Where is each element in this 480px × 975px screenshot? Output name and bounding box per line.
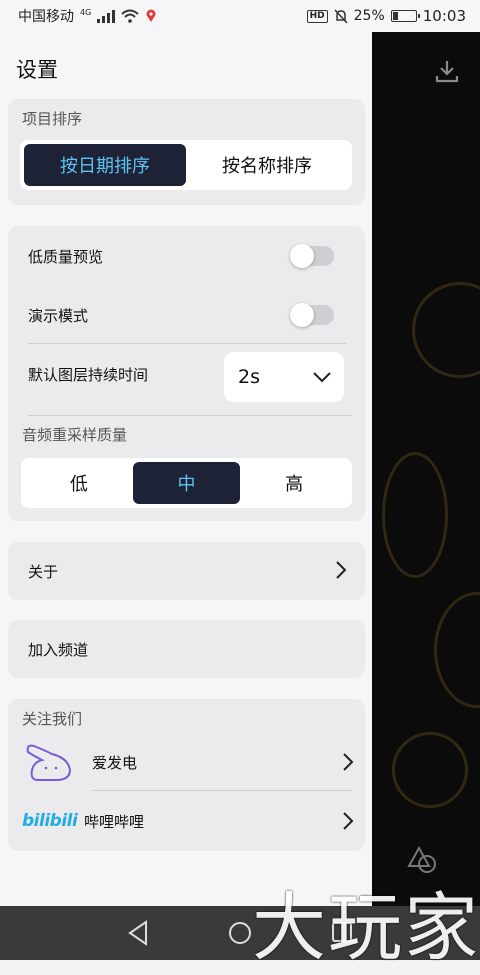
signal-icon xyxy=(97,9,116,23)
audio-quality-label: 音频重采样质量 xyxy=(22,426,128,444)
chevron-down-icon xyxy=(313,372,331,383)
download-icon[interactable] xyxy=(434,58,460,84)
low-quality-preview-toggle[interactable] xyxy=(290,244,334,268)
page-title: 设置 xyxy=(16,58,58,82)
default-layer-duration-label: 默认图层持续时间 xyxy=(28,365,149,384)
afdian-logo-icon xyxy=(26,744,72,781)
chevron-right-icon xyxy=(343,753,354,771)
divider xyxy=(28,415,352,416)
back-icon[interactable] xyxy=(126,920,150,946)
audio-quality-high-option[interactable]: 高 xyxy=(240,462,348,504)
location-icon xyxy=(146,9,156,22)
audio-quality-segmented: 低 中 高 xyxy=(21,458,352,508)
clock-time: 10:03 xyxy=(422,7,466,25)
project-sort-label: 项目排序 xyxy=(22,110,83,128)
audio-quality-low-option[interactable]: 低 xyxy=(25,462,133,504)
low-quality-preview-label: 低质量预览 xyxy=(28,247,104,266)
about-card[interactable]: 关于 xyxy=(8,542,365,600)
battery-percent: 25% xyxy=(353,8,385,24)
divider xyxy=(92,790,352,791)
follow-us-card: 关注我们 爱发电 bilibili 哔哩哔哩 xyxy=(8,699,365,851)
carrier-name: 中国移动 xyxy=(18,9,74,25)
watermark: 大玩家 xyxy=(252,885,480,971)
sort-by-date-option[interactable]: 按日期排序 xyxy=(24,144,186,186)
chevron-right-icon xyxy=(343,812,354,830)
network-type: 4G xyxy=(80,7,92,17)
follow-us-label: 关注我们 xyxy=(22,710,83,728)
join-channel-label: 加入频道 xyxy=(28,641,89,659)
project-sort-segmented: 按日期排序 按名称排序 xyxy=(20,140,352,190)
hd-badge: HD xyxy=(306,9,328,23)
demo-mode-toggle[interactable] xyxy=(290,303,334,327)
chevron-right-icon xyxy=(336,561,347,579)
wifi-icon xyxy=(121,9,139,23)
bilibili-row[interactable]: bilibili 哔哩哔哩 xyxy=(22,795,354,847)
project-sort-card: 项目排序 按日期排序 按名称排序 xyxy=(8,99,365,205)
app-backdrop[interactable] xyxy=(372,32,480,906)
bilibili-logo-icon: bilibili xyxy=(22,811,78,831)
join-channel-card[interactable]: 加入频道 xyxy=(8,620,365,678)
bilibili-name: 哔哩哔哩 xyxy=(84,812,145,831)
low-quality-preview-row[interactable]: 低质量预览 xyxy=(16,226,356,286)
sort-by-name-option[interactable]: 按名称排序 xyxy=(186,144,348,186)
status-bar: 中国移动 4G HD 25% 10:03 xyxy=(0,0,480,32)
layer-duration-value: 2s xyxy=(238,366,260,388)
home-icon[interactable] xyxy=(227,920,253,946)
settings-drawer: 设置 项目排序 按日期排序 按名称排序 低质量预览 演示模式 默认图层持续时间 … xyxy=(0,32,372,906)
demo-mode-label: 演示模式 xyxy=(28,306,89,325)
afdian-row[interactable]: 爱发电 xyxy=(22,736,354,788)
audio-quality-medium-option[interactable]: 中 xyxy=(132,462,241,504)
mute-bell-icon xyxy=(334,8,348,24)
afdian-name: 爱发电 xyxy=(92,753,138,772)
about-label: 关于 xyxy=(28,563,59,581)
battery-icon xyxy=(390,10,420,22)
demo-mode-row[interactable]: 演示模式 xyxy=(16,285,356,345)
layer-duration-dropdown[interactable]: 2s xyxy=(224,352,344,402)
